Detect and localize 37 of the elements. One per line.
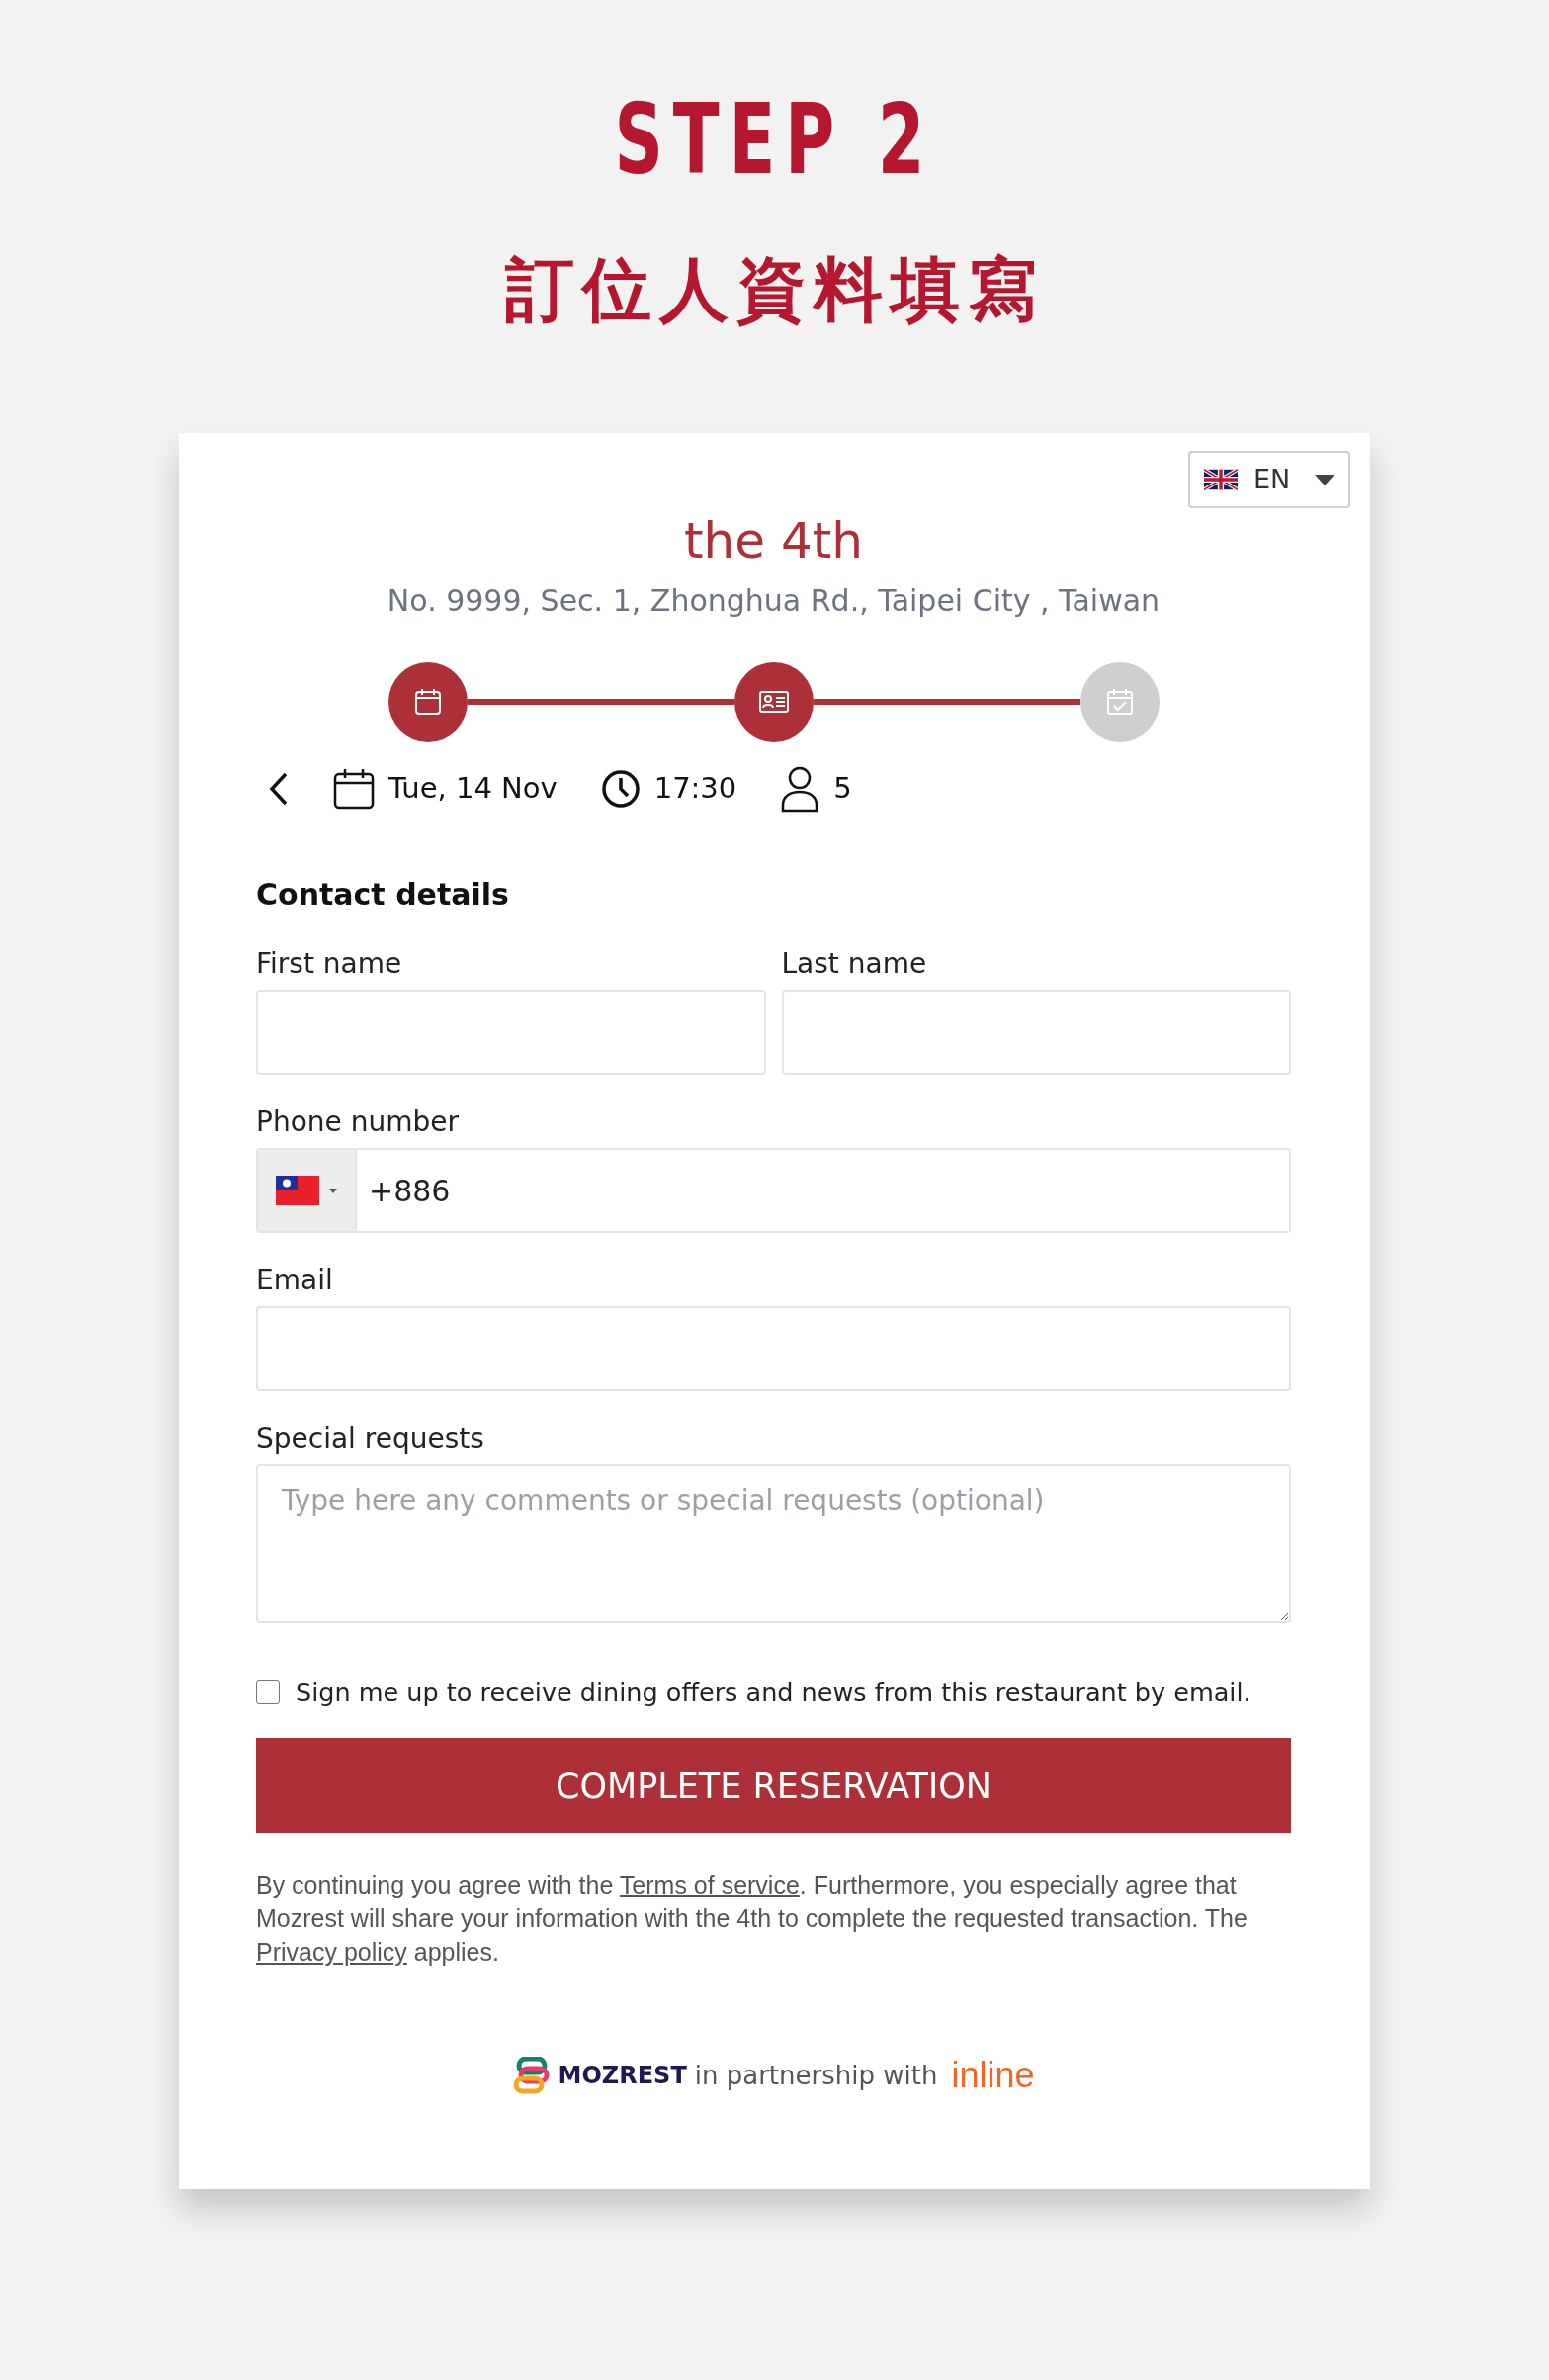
booking-date: Tue, 14 Nov (388, 770, 558, 808)
section-title: Contact details (256, 876, 510, 914)
person-icon (780, 765, 820, 813)
newsletter-label: Sign me up to receive dining offers and news from this restaurant by email. (296, 1676, 1251, 1709)
guest-count: 5 (833, 770, 852, 808)
booking-time: 17:30 (653, 770, 737, 808)
brand-name: MOZREST (558, 2061, 687, 2091)
flag-icon (276, 1176, 319, 1205)
partner-name: inline (951, 2058, 1035, 2093)
mozrest-logo-icon (512, 2057, 551, 2094)
restaurant-name: the 4th (682, 514, 865, 569)
newsletter-checkbox[interactable] (256, 1680, 280, 1705)
country-selector[interactable] (258, 1150, 357, 1231)
requests-field[interactable]: Type here any comments or special requests (optional) (256, 1464, 1291, 1623)
clock-icon (600, 769, 641, 809)
first-name-field[interactable] (256, 990, 766, 1075)
flag-icon (1204, 469, 1238, 490)
caret-icon (1315, 474, 1334, 485)
field-label: Last name (781, 950, 928, 978)
email-field[interactable] (256, 1306, 1291, 1391)
field-label: Email (256, 1267, 334, 1294)
footer-text: in partnership with (694, 2059, 938, 2092)
language-selector[interactable]: EN (1188, 451, 1350, 508)
field-label: Special requests (256, 1425, 485, 1453)
phone-field[interactable]: +886 (256, 1148, 1291, 1233)
restaurant-address: No. 9999, Sec. 1, Zhonghua Rd., Taipei City , Taiwan (386, 582, 1162, 620)
field-label: Phone number (256, 1108, 460, 1136)
field-label: First name (256, 950, 403, 978)
step-heading: STEP 2 (613, 91, 936, 188)
legal-text: By continuing you agree with the Terms of service. Furthermore, you especially agree that Mozrest will share your information with the 4th to complete the requested transaction. The Privacy policy applies. (256, 1870, 1248, 1968)
back-icon[interactable] (268, 771, 290, 807)
caret-icon (329, 1188, 337, 1193)
complete-reservation-button[interactable]: COMPLETE RESERVATION (256, 1738, 1291, 1834)
legal-link[interactable]: Terms of service (619, 1871, 800, 1899)
legal-link[interactable]: Privacy policy (256, 1937, 407, 1966)
calendar-icon (333, 768, 375, 810)
last-name-field[interactable] (781, 990, 1291, 1075)
